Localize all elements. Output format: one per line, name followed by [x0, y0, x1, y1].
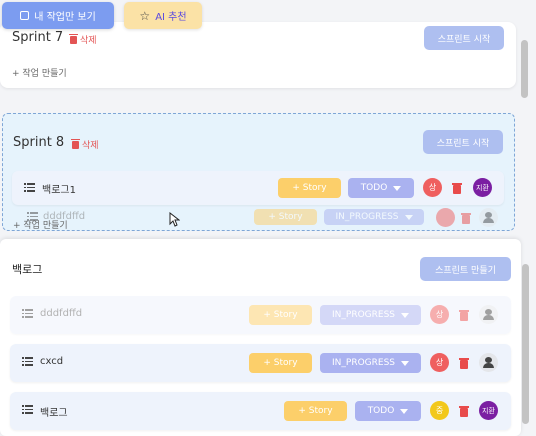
sprint-card-dropzone: Sprint 8 삭제 스프린트 시작 백로그1 + Story TODO 상 …	[2, 113, 515, 231]
top-toolbar: 내 작업만 보기 ☆ AI 추천	[0, 0, 536, 36]
status-dropdown[interactable]: IN_PROGRESS	[320, 353, 421, 373]
list-icon	[27, 212, 38, 221]
trash-icon[interactable]	[459, 357, 469, 369]
status-dropdown[interactable]: TODO	[355, 401, 421, 421]
add-story-button: + Story	[254, 209, 317, 225]
task-title: cxcd	[40, 356, 64, 367]
status-value: IN_PROGRESS	[332, 358, 395, 368]
backlog-scrollbar[interactable]	[522, 264, 529, 424]
task-title: dddfdffd	[43, 211, 86, 222]
chevron-down-icon	[400, 408, 409, 414]
ai-recommend-button[interactable]: ☆ AI 추천	[124, 2, 202, 29]
trash-icon	[69, 33, 78, 44]
assignee-avatar[interactable]: 지환	[479, 401, 498, 420]
priority-badge[interactable]: 상	[430, 305, 449, 324]
status-value: TODO	[367, 406, 395, 416]
priority-badge[interactable]: 상	[423, 178, 442, 197]
list-icon[interactable]	[22, 405, 33, 414]
add-story-button[interactable]: + Story	[249, 305, 312, 325]
trash-icon[interactable]	[459, 405, 469, 417]
trash-icon[interactable]	[452, 182, 462, 194]
priority-badge[interactable]: 상	[430, 353, 449, 372]
trash-icon	[461, 212, 471, 224]
add-task-button[interactable]: + 작업 만들기	[12, 66, 67, 79]
priority-badge	[436, 208, 455, 227]
backlog-title: 백로그	[12, 263, 43, 276]
sprint-start-button[interactable]: 스프린트 시작	[423, 130, 503, 154]
add-story-button[interactable]: + Story	[249, 353, 312, 373]
assignee-avatar[interactable]: 지환	[473, 178, 492, 197]
list-icon[interactable]	[22, 357, 33, 366]
move-cursor-icon	[169, 212, 180, 227]
priority-badge[interactable]: 중	[430, 401, 449, 420]
star-icon: ☆	[139, 8, 151, 23]
trash-icon	[71, 138, 80, 149]
status-value: TODO	[360, 183, 388, 193]
task-row[interactable]: dddfdffd + Story IN_PROGRESS 상	[10, 296, 511, 334]
app-root: 내 작업만 보기 ☆ AI 추천 Sprint 7 삭제 스프린트 시작 + 작…	[0, 0, 536, 436]
task-row[interactable]: 백로그 + Story TODO 중 지환	[10, 392, 511, 430]
add-story-button[interactable]: + Story	[284, 401, 347, 421]
person-icon[interactable]	[479, 305, 498, 324]
sprint-title: Sprint 8	[13, 135, 65, 150]
status-dropdown[interactable]: IN_PROGRESS	[320, 305, 421, 325]
chevron-down-icon	[404, 214, 413, 220]
trash-icon[interactable]	[459, 309, 469, 321]
ai-recommend-label: AI 추천	[155, 12, 187, 23]
status-value: IN_PROGRESS	[335, 212, 399, 222]
create-sprint-button[interactable]: 스프린트 만들기	[420, 257, 511, 281]
chevron-down-icon	[401, 360, 409, 366]
task-title: dddfdffd	[40, 308, 83, 319]
checkbox-icon[interactable]	[20, 11, 30, 20]
list-icon[interactable]	[24, 183, 35, 192]
person-icon	[479, 208, 498, 227]
dragging-task-preview: dddfdffd + Story IN_PROGRESS	[13, 206, 505, 228]
person-icon[interactable]	[479, 353, 498, 372]
chevron-down-icon	[401, 312, 409, 318]
add-story-button[interactable]: + Story	[278, 178, 341, 198]
sprint-delete-button[interactable]: 삭제	[71, 138, 99, 151]
task-row[interactable]: 백로그1 + Story TODO 상 지환	[12, 171, 504, 205]
status-dropdown: IN_PROGRESS	[324, 209, 424, 225]
task-title: 백로그	[40, 408, 68, 419]
my-tasks-label: 내 작업만 보기	[34, 12, 96, 23]
delete-label: 삭제	[82, 141, 99, 151]
sprint-scrollbar[interactable]	[521, 40, 528, 98]
my-tasks-toggle-button[interactable]: 내 작업만 보기	[2, 2, 114, 29]
status-dropdown[interactable]: TODO	[348, 178, 414, 198]
task-row[interactable]: cxcd + Story IN_PROGRESS 상	[10, 344, 511, 382]
status-value: IN_PROGRESS	[332, 310, 395, 320]
chevron-down-icon	[393, 185, 402, 191]
task-title: 백로그1	[42, 185, 76, 196]
backlog-panel: 백로그 스프린트 만들기 dddfdffd + Story IN_PROGRES…	[0, 239, 521, 436]
list-icon[interactable]	[22, 309, 33, 318]
